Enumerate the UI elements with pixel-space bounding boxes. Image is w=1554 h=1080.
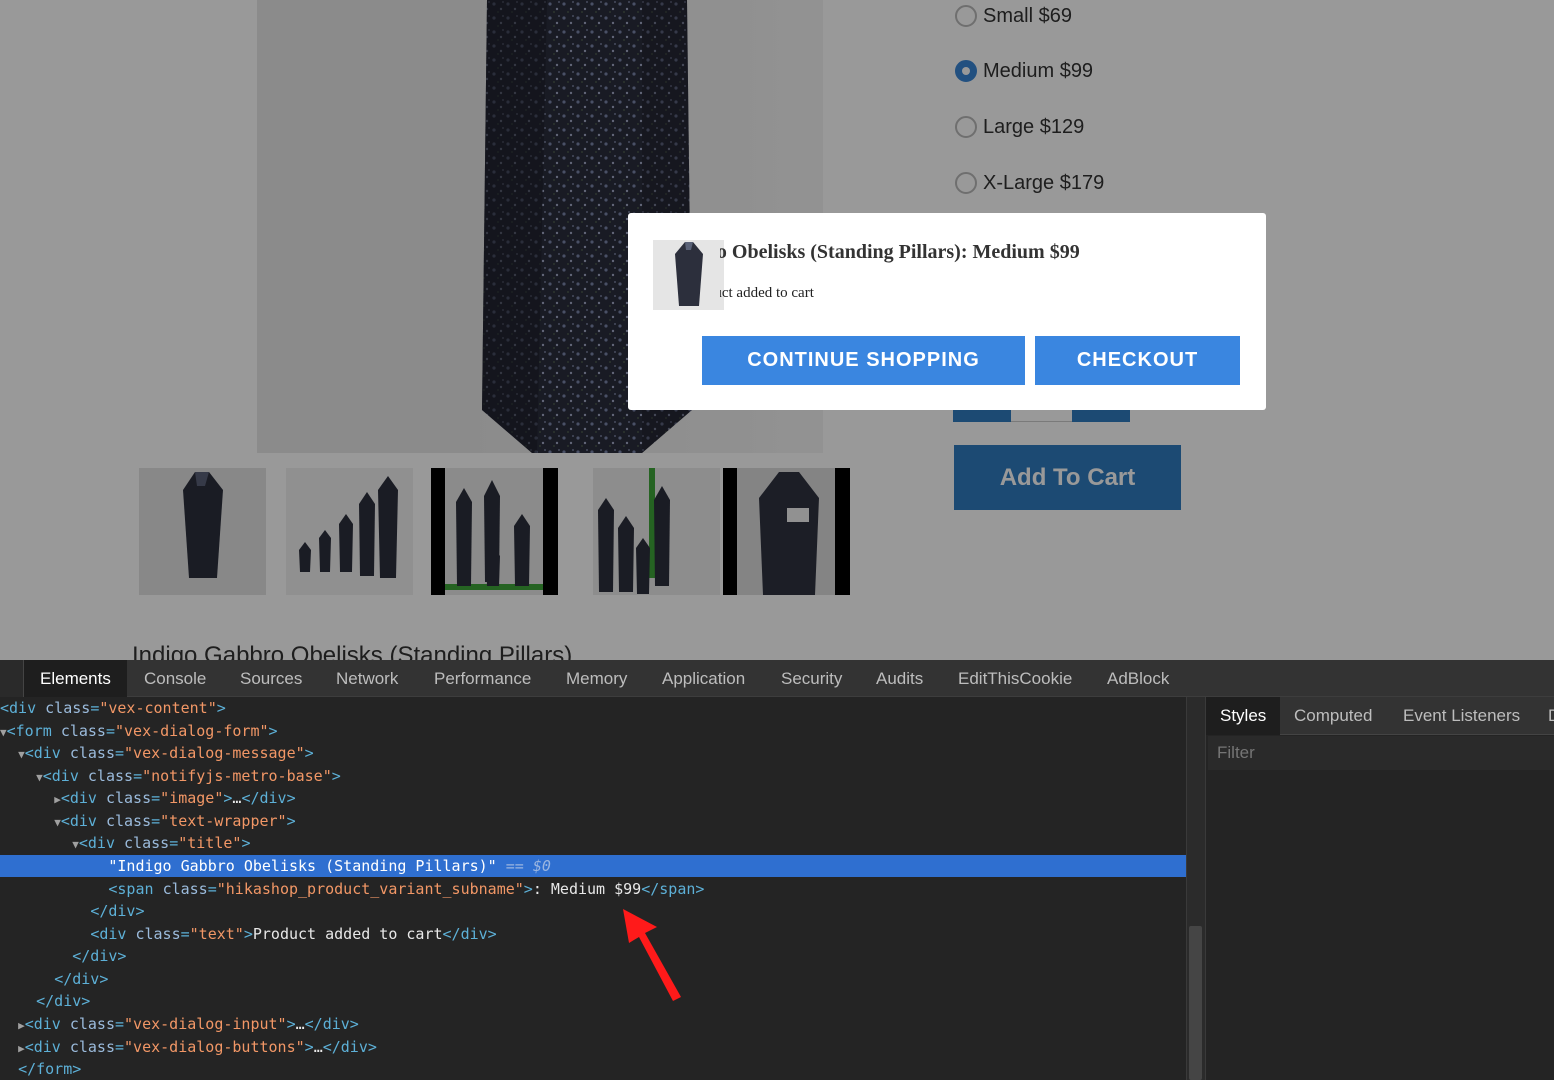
scrollbar-thumb[interactable] bbox=[1189, 926, 1202, 1080]
expand-triangle-icon[interactable]: ▼ bbox=[54, 816, 61, 829]
tab-dom-breakpoints[interactable]: D bbox=[1534, 697, 1554, 735]
dom-node[interactable]: ▶<div class="image">…</div> bbox=[0, 787, 1186, 809]
expand-triangle-icon[interactable]: ▶ bbox=[18, 1019, 25, 1032]
tab-adblock[interactable]: AdBlock bbox=[1091, 660, 1185, 697]
tab-performance[interactable]: Performance bbox=[418, 660, 547, 697]
checkout-button[interactable]: CHECKOUT bbox=[1035, 336, 1240, 385]
dom-node[interactable]: <div class="text">Product added to cart<… bbox=[0, 923, 1186, 945]
dom-node[interactable]: <div class="vex-content"> bbox=[0, 697, 1186, 719]
added-to-cart-dialog: Indigo Gabbro Obelisks (Standing Pillars… bbox=[628, 213, 1266, 410]
tab-event-listeners[interactable]: Event Listeners bbox=[1389, 697, 1534, 735]
tab-elements[interactable]: Elements bbox=[24, 660, 127, 697]
tab-memory[interactable]: Memory bbox=[550, 660, 643, 697]
expand-triangle-icon[interactable]: ▶ bbox=[54, 793, 61, 806]
styles-filter-input[interactable] bbox=[1208, 736, 1554, 770]
dom-node[interactable]: ▶<div class="vex-dialog-buttons">…</div> bbox=[0, 1036, 1186, 1058]
dom-node[interactable]: ▼<div class="text-wrapper"> bbox=[0, 810, 1186, 832]
tab-sources[interactable]: Sources bbox=[224, 660, 318, 697]
dom-node[interactable]: ▼<div class="title"> bbox=[0, 832, 1186, 854]
tab-styles[interactable]: Styles bbox=[1206, 697, 1281, 735]
expand-triangle-icon[interactable]: ▼ bbox=[36, 771, 43, 784]
tab-computed[interactable]: Computed bbox=[1280, 697, 1386, 735]
dom-node[interactable]: ▼<form class="vex-dialog-form"> bbox=[0, 720, 1186, 742]
expand-triangle-icon[interactable]: ▼ bbox=[72, 838, 79, 851]
dom-node[interactable]: </div> bbox=[0, 900, 1186, 922]
devtools-tab-bar: Elements Console Sources Network Perform… bbox=[0, 660, 1554, 697]
expand-triangle-icon[interactable]: ▼ bbox=[0, 726, 7, 739]
dom-node[interactable]: </div> bbox=[0, 968, 1186, 990]
dom-node[interactable]: <span class="hikashop_product_variant_su… bbox=[0, 878, 1186, 900]
expand-triangle-icon[interactable]: ▼ bbox=[18, 748, 25, 761]
dom-node-selected[interactable]: "Indigo Gabbro Obelisks (Standing Pillar… bbox=[0, 855, 1186, 877]
tab-network[interactable]: Network bbox=[320, 660, 414, 697]
continue-shopping-button[interactable]: CONTINUE SHOPPING bbox=[702, 336, 1025, 385]
dom-node[interactable]: ▼<div class="vex-dialog-message"> bbox=[0, 742, 1186, 764]
styles-pane: Styles Computed Event Listeners D bbox=[1205, 697, 1554, 1080]
devtools-panel: Elements Console Sources Network Perform… bbox=[0, 660, 1554, 1080]
styles-tab-bar: Styles Computed Event Listeners D bbox=[1206, 697, 1554, 735]
dialog-title: Indigo Gabbro Obelisks (Standing Pillars… bbox=[720, 241, 1080, 263]
dom-node[interactable]: </div> bbox=[0, 990, 1186, 1012]
dom-node[interactable]: </form> bbox=[0, 1058, 1186, 1080]
tab-editthiscookie[interactable]: EditThisCookie bbox=[942, 660, 1088, 697]
tab-audits[interactable]: Audits bbox=[860, 660, 939, 697]
dom-node[interactable]: ▼<div class="notifyjs-metro-base"> bbox=[0, 765, 1186, 787]
dom-node[interactable]: </div> bbox=[0, 945, 1186, 967]
tab-application[interactable]: Application bbox=[646, 660, 761, 697]
dom-tree[interactable]: <div class="vex-content"> ▼<form class="… bbox=[0, 697, 1186, 1080]
dom-node[interactable]: ▶<div class="vex-dialog-input">…</div> bbox=[0, 1013, 1186, 1035]
dialog-message: Product added to cart bbox=[720, 285, 814, 301]
devtools-dock-handle[interactable] bbox=[0, 660, 24, 697]
expand-triangle-icon[interactable]: ▶ bbox=[18, 1042, 25, 1055]
tab-security[interactable]: Security bbox=[765, 660, 858, 697]
dialog-product-image bbox=[653, 240, 724, 310]
red-arrow-annotation bbox=[623, 909, 681, 1001]
dialog-text-wrapper: Indigo Gabbro Obelisks (Standing Pillars… bbox=[720, 241, 1245, 311]
tab-console[interactable]: Console bbox=[128, 660, 222, 697]
